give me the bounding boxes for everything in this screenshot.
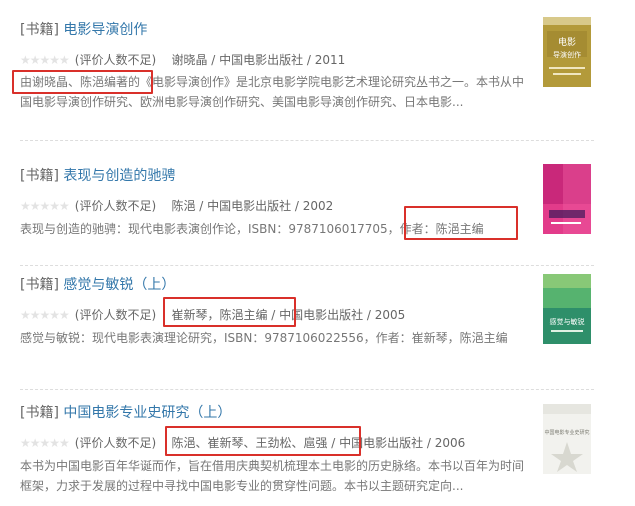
book-cover-image[interactable]: 中国电影专业史研究: [543, 404, 591, 474]
svg-text:感觉与敏锐: 感觉与敏锐: [550, 317, 585, 326]
rating-note: (评价人数不足): [74, 436, 157, 450]
result-title-row: [书籍] 感觉与敏锐（上）: [20, 275, 175, 295]
result-title-row: [书籍] 电影导演创作: [20, 20, 147, 40]
category-label: [书籍]: [20, 277, 59, 293]
rating-note: (评价人数不足): [74, 199, 157, 213]
highlight-box: [165, 426, 361, 456]
svg-text:中国电影专业史研究: 中国电影专业史研究: [544, 429, 589, 436]
svg-text:电影: 电影: [558, 36, 576, 48]
highlight-box: [163, 297, 296, 327]
book-title-link[interactable]: 表现与创造的驰骋: [63, 168, 175, 184]
highlight-box: [12, 70, 153, 94]
book-title-link[interactable]: 电影导演创作: [63, 22, 147, 38]
rating-stars-icon: ★★★★★: [20, 53, 70, 67]
highlight-box: [404, 206, 518, 240]
author-publisher-year: 谢晓晶 / 中国电影出版社 / 2011: [171, 53, 346, 67]
result-meta: ★★★★★ (评价人数不足) 陈浥 / 中国电影出版社 / 2002: [20, 197, 333, 215]
category-label: [书籍]: [20, 22, 59, 38]
search-result: [书籍] 表现与创造的驰骋 ★★★★★ (评价人数不足) 陈浥 / 中国电影出版社…: [0, 142, 635, 266]
category-label: [书籍]: [20, 405, 59, 421]
search-result: [书籍] 电影导演创作 ★★★★★ (评价人数不足) 谢晓晶 / 中国电影出版社 …: [0, 0, 635, 142]
author-publisher-year: 陈浥 / 中国电影出版社 / 2002: [171, 199, 334, 213]
result-description: 感觉与敏锐：现代电影表演理论研究，ISBN：9787106022556，作者：崔…: [20, 331, 508, 345]
rating-note: (评价人数不足): [74, 53, 157, 67]
category-label: [书籍]: [20, 168, 59, 184]
rating-note: (评价人数不足): [74, 308, 157, 322]
rating-stars-icon: ★★★★★: [20, 436, 70, 450]
rating-stars-icon: ★★★★★: [20, 308, 70, 322]
divider: [20, 140, 594, 141]
result-meta: ★★★★★ (评价人数不足) 谢晓晶 / 中国电影出版社 / 2011: [20, 51, 345, 69]
svg-text:导演创作: 导演创作: [553, 50, 581, 59]
result-description: 本书为中国电影百年华诞而作，旨在借用庆典契机梳理本土电影的历史脉络。本书以百年为…: [20, 459, 525, 493]
search-result: [书籍] 中国电影专业史研究（上） ★★★★★ (评价人数不足) 陈浥、崔新琴、王…: [0, 390, 635, 506]
book-title-link[interactable]: 感觉与敏锐（上）: [63, 277, 175, 293]
search-result: [书籍] 感觉与敏锐（上） ★★★★★ (评价人数不足) 崔新琴，陈浥主编 / 中…: [0, 266, 635, 390]
result-title-row: [书籍] 中国电影专业史研究（上）: [20, 403, 231, 423]
result-title-row: [书籍] 表现与创造的驰骋: [20, 166, 175, 186]
book-cover-image[interactable]: [543, 164, 591, 234]
book-cover-image[interactable]: 感觉与敏锐: [543, 274, 591, 344]
rating-stars-icon: ★★★★★: [20, 199, 70, 213]
book-title-link[interactable]: 中国电影专业史研究（上）: [63, 405, 231, 421]
book-cover-image[interactable]: 电影 导演创作: [543, 17, 591, 87]
